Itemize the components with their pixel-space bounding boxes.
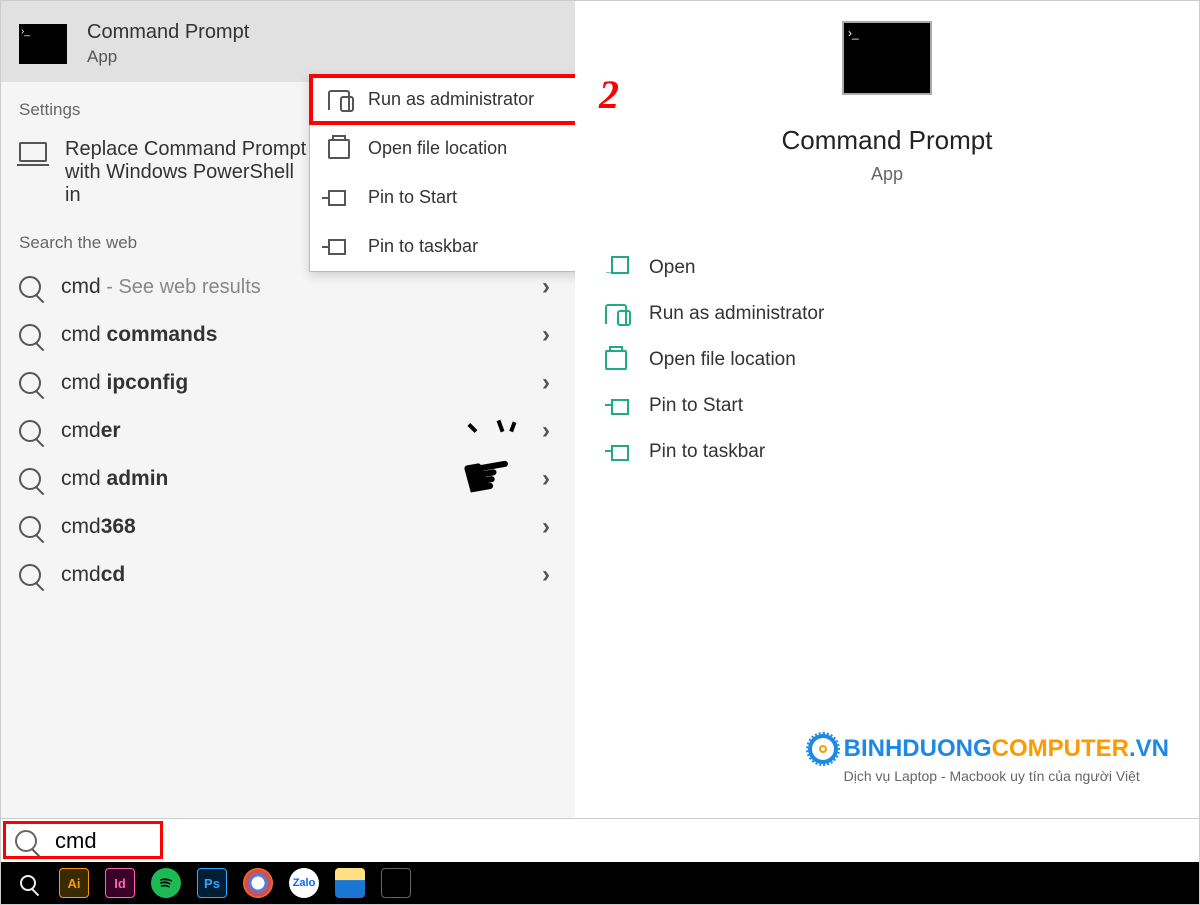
search-icon xyxy=(19,324,41,346)
admin-shield-icon xyxy=(605,304,627,324)
best-match-subtitle: App xyxy=(87,47,249,67)
menu-pin-to-start[interactable]: Pin to Start xyxy=(310,173,583,222)
open-icon xyxy=(605,258,627,278)
menu-item-label: Pin to Start xyxy=(368,187,457,208)
search-icon xyxy=(19,468,41,490)
best-match-title: Command Prompt xyxy=(87,21,249,44)
menu-run-as-administrator[interactable]: Run as administrator xyxy=(310,75,583,124)
menu-item-label: Run as administrator xyxy=(368,89,534,110)
search-icon xyxy=(15,830,37,852)
taskbar-search-button[interactable] xyxy=(13,868,43,898)
pin-icon xyxy=(328,237,350,257)
taskbar-spotify-icon[interactable] xyxy=(151,868,181,898)
taskbar-file-explorer-icon[interactable] xyxy=(335,868,365,898)
admin-shield-icon xyxy=(328,90,350,110)
menu-item-label: Open file location xyxy=(368,138,507,159)
action-open[interactable]: Open xyxy=(605,245,1199,291)
taskbar-command-prompt-icon[interactable] xyxy=(381,868,411,898)
web-result-cmd-commands[interactable]: cmd commands › xyxy=(1,311,575,359)
taskbar-photoshop-icon[interactable]: Ps xyxy=(197,868,227,898)
action-label: Open xyxy=(649,257,695,279)
command-prompt-icon xyxy=(19,24,67,64)
start-search-details-panel: Command Prompt App Open Run as administr… xyxy=(575,1,1199,819)
pin-icon xyxy=(605,442,627,462)
action-label: Pin to Start xyxy=(649,395,743,417)
watermark-logo: BINHDUONGCOMPUTER.VN Dịch vụ Laptop - Ma… xyxy=(808,734,1169,784)
pin-icon xyxy=(328,188,350,208)
laptop-icon xyxy=(19,142,47,162)
chevron-right-icon: › xyxy=(542,513,550,541)
taskbar-zalo-icon[interactable]: Zalo xyxy=(289,868,319,898)
action-label: Pin to taskbar xyxy=(649,441,765,463)
folder-icon xyxy=(605,350,627,370)
action-list: Open Run as administrator Open file loca… xyxy=(575,245,1199,475)
chevron-right-icon: › xyxy=(542,321,550,349)
detail-title: Command Prompt xyxy=(575,125,1199,156)
action-pin-to-start[interactable]: Pin to Start xyxy=(605,383,1199,429)
action-label: Open file location xyxy=(649,349,796,371)
chevron-right-icon: › xyxy=(542,561,550,589)
search-icon xyxy=(19,372,41,394)
action-run-as-administrator[interactable]: Run as administrator xyxy=(605,291,1199,337)
watermark-tagline: Dịch vụ Laptop - Macbook uy tín của ngườ… xyxy=(844,768,1169,784)
annotation-number-2: 2 xyxy=(599,71,619,118)
settings-item-label: Replace Command Prompt with Windows Powe… xyxy=(65,138,315,207)
chevron-right-icon: › xyxy=(542,465,550,493)
action-open-file-location[interactable]: Open file location xyxy=(605,337,1199,383)
context-menu: Run as administrator Open file location … xyxy=(309,74,584,272)
search-icon xyxy=(19,420,41,442)
web-result-cmdcd[interactable]: cmdcd › xyxy=(1,551,575,599)
search-icon xyxy=(19,276,41,298)
chevron-right-icon: › xyxy=(542,273,550,301)
gear-compass-icon xyxy=(808,734,838,764)
windows-search-bar[interactable] xyxy=(1,818,1199,862)
chevron-right-icon: › xyxy=(542,417,550,445)
taskbar-illustrator-icon[interactable]: Ai xyxy=(59,868,89,898)
folder-icon xyxy=(328,139,350,159)
search-icon xyxy=(19,564,41,586)
taskbar-indesign-icon[interactable]: Id xyxy=(105,868,135,898)
command-prompt-icon xyxy=(842,21,932,95)
detail-subtitle: App xyxy=(575,164,1199,185)
web-result-cmd-ipconfig[interactable]: cmd ipconfig › xyxy=(1,359,575,407)
menu-pin-to-taskbar[interactable]: Pin to taskbar xyxy=(310,222,583,271)
menu-item-label: Pin to taskbar xyxy=(368,236,478,257)
pin-icon xyxy=(605,396,627,416)
chevron-right-icon: › xyxy=(542,369,550,397)
menu-open-file-location[interactable]: Open file location xyxy=(310,124,583,173)
best-match-row[interactable]: Command Prompt App xyxy=(1,1,575,82)
taskbar: Ai Id Ps Zalo xyxy=(1,862,1199,904)
taskbar-chrome-icon[interactable] xyxy=(243,868,273,898)
best-match-text: Command Prompt App xyxy=(87,21,249,67)
action-label: Run as administrator xyxy=(649,303,824,325)
search-icon xyxy=(19,516,41,538)
action-pin-to-taskbar[interactable]: Pin to taskbar xyxy=(605,429,1199,475)
